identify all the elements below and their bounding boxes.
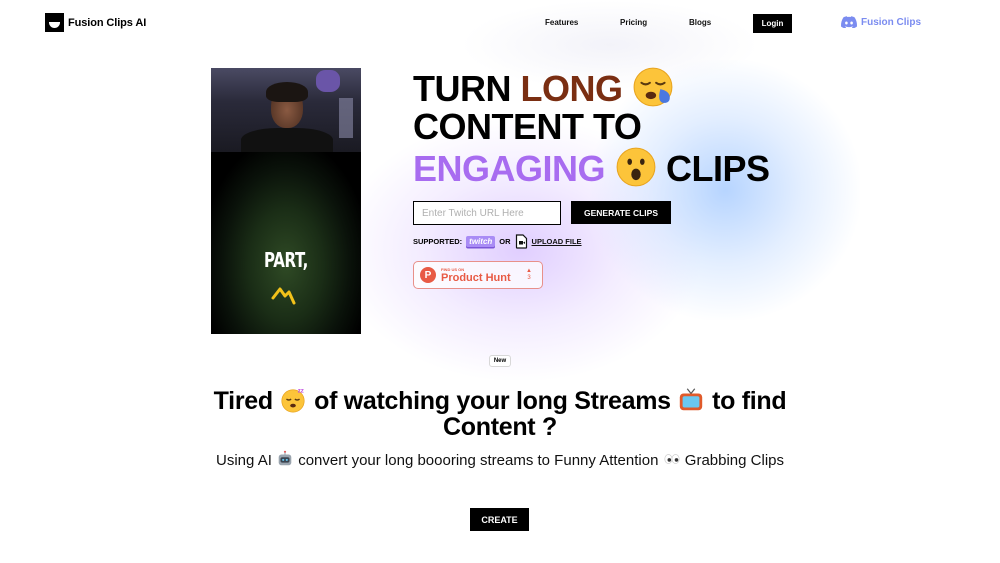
figurine-shape	[316, 70, 340, 92]
nav-link-blogs[interactable]: Blogs	[689, 18, 711, 27]
login-button[interactable]: Login	[753, 14, 792, 33]
sleepy-face-emoji-icon	[633, 67, 673, 107]
hero-title-line2: CONTENT TO	[413, 106, 642, 147]
hero-title-engaging: ENGAGING	[413, 148, 606, 189]
create-button[interactable]: CREATE	[470, 508, 529, 531]
subtitle-using-ai: Using AI	[216, 452, 272, 469]
new-badge: New	[489, 355, 511, 367]
nav-link-features[interactable]: Features	[545, 18, 578, 27]
section-title: Tired zz of watching your long Streams t…	[200, 386, 800, 440]
product-hunt-logo-icon: P	[420, 267, 436, 283]
section-title-tired: Tired	[213, 387, 273, 415]
brand-logo-link[interactable]: Fusion Clips AI	[45, 13, 146, 32]
file-video-icon	[515, 234, 527, 249]
top-nav: Fusion Clips AI Features Pricing Blogs L…	[0, 0, 1000, 46]
hero-title-turn: TURN	[413, 68, 521, 109]
product-hunt-votes: ▲ 3	[526, 268, 532, 282]
upvote-triangle-icon: ▲	[526, 268, 532, 274]
subtitle-end: Grabbing Clips	[684, 452, 784, 469]
streamer-webcam	[211, 68, 361, 158]
video-caption: PART,	[263, 248, 309, 272]
subtitle-middle: convert your long boooring streams to Fu…	[298, 452, 659, 469]
twitch-logo-icon: twitch	[466, 236, 496, 247]
logo-icon	[45, 13, 64, 32]
streamer-hair-shape	[266, 82, 308, 102]
supported-sources: SUPPORTED: twitch OR UPLOAD FILE	[413, 234, 582, 249]
discord-label: Fusion Clips	[861, 16, 921, 28]
surprised-face-emoji-icon	[616, 147, 655, 187]
product-hunt-name: Product Hunt	[441, 271, 511, 284]
twitch-url-input[interactable]	[413, 201, 561, 225]
section-title-middle: of watching your long Streams	[314, 387, 671, 415]
section-subtitle: Using AI convert your long boooring stre…	[200, 450, 800, 470]
sleeping-face-emoji-icon: zz	[281, 388, 305, 413]
product-hunt-text: FIND US ON Product Hunt	[441, 267, 511, 284]
upload-file-link[interactable]: UPLOAD FILE	[532, 237, 582, 246]
robot-emoji-icon	[278, 450, 292, 466]
television-emoji-icon	[680, 388, 703, 411]
shelf-shape	[339, 98, 353, 138]
svg-text:zz: zz	[298, 388, 305, 395]
eyes-emoji-icon	[664, 454, 680, 464]
clip-video-preview[interactable]: PART,	[211, 68, 361, 334]
nav-link-pricing[interactable]: Pricing	[620, 18, 647, 27]
gameplay-footage	[211, 152, 361, 334]
or-label: OR	[499, 237, 511, 246]
hero-title: TURN LONG CONTENT TO ENGAGING CLIPS	[413, 66, 770, 188]
upvote-count: 3	[527, 275, 531, 281]
discord-icon	[841, 16, 857, 28]
caption-accent-icon	[271, 287, 296, 305]
product-hunt-badge[interactable]: P FIND US ON Product Hunt ▲ 3	[413, 261, 543, 289]
supported-label: SUPPORTED:	[413, 237, 463, 246]
hero-title-clips: CLIPS	[666, 148, 770, 189]
discord-link[interactable]: Fusion Clips	[841, 16, 921, 28]
brand-name: Fusion Clips AI	[68, 16, 147, 29]
hero-title-long: LONG	[520, 68, 624, 109]
generate-clips-button[interactable]: GENERATE CLIPS	[571, 201, 671, 224]
